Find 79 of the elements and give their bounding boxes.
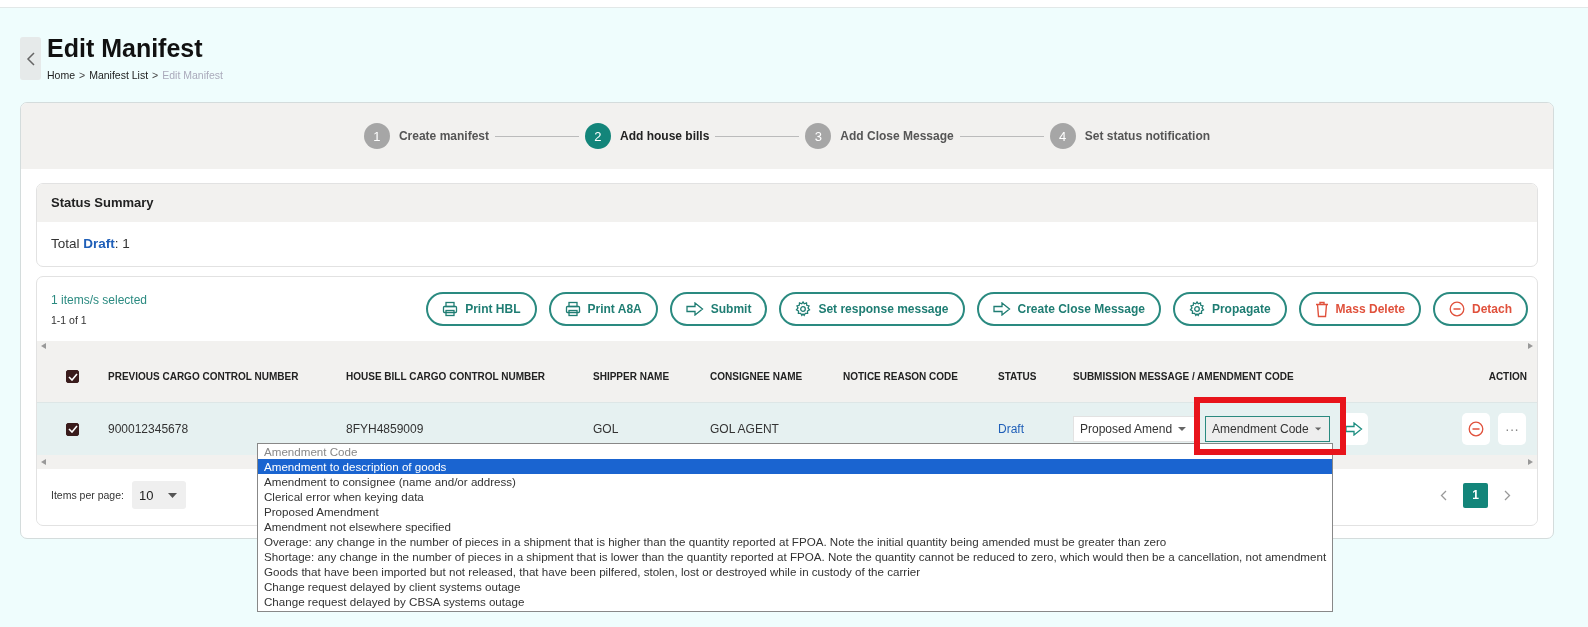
dropdown-option[interactable]: Amendment to consignee (name and/or address) xyxy=(258,474,1332,489)
toolbar-button[interactable]: Propagate xyxy=(1172,292,1287,326)
toolbar-button[interactable]: Print A8A xyxy=(548,292,658,326)
gear-icon xyxy=(1188,301,1205,317)
selection-count: 1 items/s selected xyxy=(51,292,148,307)
column-header: STATUS xyxy=(998,371,1037,382)
summary-title: Status Summary xyxy=(37,184,1537,222)
scroll-right-icon[interactable] xyxy=(1528,343,1533,349)
toolbar-button[interactable]: Detach xyxy=(1433,292,1528,326)
amendment-code-select[interactable]: Amendment Code xyxy=(1205,416,1330,442)
dropdown-option[interactable]: Change request delayed by CBSA systems outage xyxy=(258,594,1332,609)
column-header: SHIPPER NAME xyxy=(593,371,670,382)
toolbar-button[interactable]: Print HBL xyxy=(426,292,537,326)
chevron-left-icon xyxy=(25,50,36,67)
printer-icon xyxy=(442,301,459,317)
scroll-right-icon[interactable] xyxy=(1528,459,1533,465)
dropdown-option[interactable]: Overage: any change in the number of pieces in a shipment that is higher than the quantity reported at FPOA. Note the initial quantity being amended must be greater than zero xyxy=(258,534,1332,549)
minus-circle-icon xyxy=(1449,301,1465,317)
printer-icon xyxy=(564,301,581,317)
dropdown-option[interactable]: Goods that have been imported but not released, that have been pilfered, stolen, lost or destroyed while in custody of the carrier xyxy=(258,564,1332,579)
scroll-left-icon[interactable] xyxy=(41,343,46,349)
caret-icon xyxy=(1314,427,1321,431)
table-cell: GOL AGENT xyxy=(710,422,779,436)
dropdown-option[interactable]: Change request delayed by client systems outage xyxy=(258,579,1332,594)
page-title: Edit Manifest xyxy=(47,34,204,63)
step-number: 2 xyxy=(585,123,611,149)
step-label: Add Close Message xyxy=(840,129,954,143)
summary-text: Total Draft: 1 xyxy=(50,235,131,253)
toolbar-button[interactable]: Set response message xyxy=(779,292,965,326)
breadcrumb-separator: > xyxy=(79,69,86,81)
dropdown-option[interactable]: Amendment not elsewhere specified xyxy=(258,519,1332,534)
submission-message-select[interactable]: Proposed Amend xyxy=(1073,416,1195,442)
step-label: Add house bills xyxy=(620,129,710,143)
items-per-page-select[interactable]: 10 xyxy=(131,481,186,509)
chevron-right-icon[interactable] xyxy=(1504,489,1511,501)
gear-icon xyxy=(795,301,812,317)
column-header: HOUSE BILL CARGO CONTROL NUMBER xyxy=(346,371,546,382)
page-button[interactable]: 1 xyxy=(1463,482,1488,508)
column-header: NOTICE REASON CODE xyxy=(843,371,958,382)
table-cell: 900012345678 xyxy=(108,422,189,436)
toolbar-button[interactable]: Mass Delete xyxy=(1298,292,1421,326)
step-number: 4 xyxy=(1049,123,1076,149)
more-button[interactable]: ··· xyxy=(1498,413,1526,445)
step-number: 3 xyxy=(805,123,832,149)
arrow-right-icon xyxy=(685,302,704,316)
caret-icon xyxy=(167,492,177,498)
arrow-right-icon xyxy=(992,302,1011,316)
dropdown-option[interactable]: Clerical error when keying data xyxy=(258,489,1332,504)
toolbar-button[interactable]: Submit xyxy=(669,292,768,326)
caret-icon xyxy=(1178,427,1186,431)
items-per-page-label: Items per page: xyxy=(51,489,124,501)
minus-circle-icon xyxy=(1468,421,1484,437)
status-link[interactable]: Draft xyxy=(998,422,1024,436)
column-header: ACTION xyxy=(1488,371,1527,382)
table-cell: 8FYH4859009 xyxy=(346,422,424,436)
column-header: SUBMISSION MESSAGE / AMENDMENT CODE xyxy=(1073,371,1294,382)
breadcrumb-separator: > xyxy=(152,69,159,81)
column-header: PREVIOUS CARGO CONTROL NUMBER xyxy=(108,371,299,382)
arrow-right-icon xyxy=(1345,422,1363,436)
row-checkbox[interactable] xyxy=(66,422,79,436)
breadcrumb-link[interactable]: Manifest List xyxy=(89,69,149,81)
remove-button[interactable] xyxy=(1462,413,1490,445)
toolbar-button[interactable]: Create Close Message xyxy=(976,292,1161,326)
select-all-checkbox[interactable] xyxy=(66,370,79,383)
scroll-left-icon[interactable] xyxy=(41,459,46,465)
step-number: 1 xyxy=(363,123,390,149)
breadcrumb-link[interactable]: Home xyxy=(47,69,75,81)
column-header: CONSIGNEE NAME xyxy=(710,371,803,382)
dropdown-option[interactable]: Proposed Amendment xyxy=(258,504,1332,519)
table-cell: GOL xyxy=(593,422,619,436)
step-label: Create manifest xyxy=(398,129,489,143)
range-text: 1-1 of 1 xyxy=(51,313,88,326)
trash-icon xyxy=(1314,300,1329,318)
chevron-left-icon[interactable] xyxy=(1440,489,1447,501)
dropdown-option: Amendment Code xyxy=(258,444,1332,459)
back-button[interactable] xyxy=(20,37,41,80)
dropdown-option[interactable]: Shortage: any change in the number of pieces in a shipment that is lower than the quantity reported at FPOA. Note the quantity cannot be reduced to zero, which would then be a cancellation, not amendment xyxy=(258,549,1332,564)
step-label: Set status notification xyxy=(1084,129,1211,143)
dropdown-option[interactable]: Amendment to description of goods xyxy=(258,459,1332,474)
